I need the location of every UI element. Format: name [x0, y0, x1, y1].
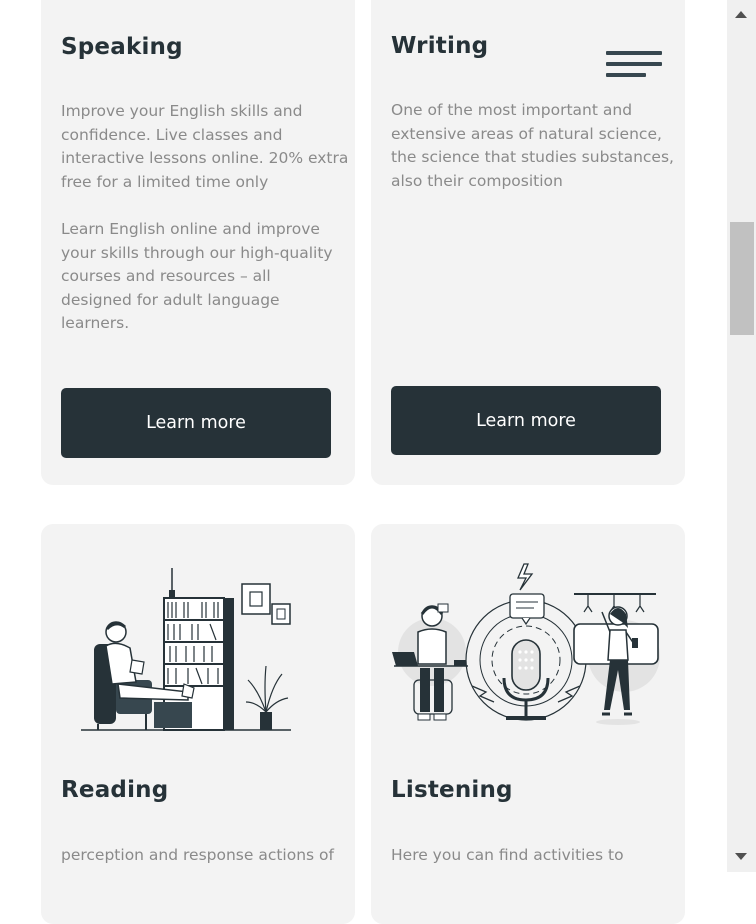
scrollbar-thumb[interactable]: [730, 222, 754, 335]
speaking-learn-more-button[interactable]: Learn more: [61, 388, 331, 458]
listening-text-line: Here you can find activities to: [391, 846, 624, 864]
writing-title: Writing: [391, 33, 489, 59]
writing-text-line: One of the most important and: [391, 101, 633, 119]
listening-illustration: [392, 563, 660, 725]
speaking-text-line: your skills through our high-quality: [61, 243, 333, 262]
reading-title: Reading: [61, 777, 169, 803]
speaking-text-line: Learn English online and improve: [61, 219, 320, 238]
speaking-text-line: learners.: [61, 314, 130, 333]
speaking-text-line: confidence. Live classes and: [61, 125, 283, 144]
writing-text-line: extensive areas of natural science,: [391, 124, 662, 143]
reading-illustration: [81, 568, 291, 731]
writing-text-line: the science that studies substances,: [391, 148, 674, 167]
vertical-scrollbar[interactable]: [727, 0, 756, 872]
speaking-text-line: designed for adult language: [61, 290, 280, 309]
speaking-description: Improve your English skills and confiden…: [61, 100, 351, 336]
speaking-title: Speaking: [61, 34, 183, 60]
hamburger-menu-icon[interactable]: [606, 51, 662, 79]
reading-description: perception and response actions of: [61, 844, 351, 868]
writing-learn-more-button[interactable]: Learn more: [391, 386, 661, 455]
speaking-text-line: free for a limited time only: [61, 172, 269, 191]
speaking-text-line: interactive lessons online. 20% extra: [61, 149, 349, 168]
writing-text-line: also their composition: [391, 171, 563, 190]
speaking-text-line: courses and resources – all: [61, 267, 271, 286]
listening-title: Listening: [391, 777, 513, 803]
reading-text-line: perception and response actions of: [61, 846, 334, 864]
triangle-down-icon[interactable]: [735, 853, 747, 860]
writing-description: One of the most important and extensive …: [391, 99, 685, 193]
speaking-text-line: Improve your English skills and: [61, 102, 303, 120]
triangle-up-icon[interactable]: [735, 11, 747, 18]
listening-description: Here you can find activities to: [391, 844, 685, 868]
